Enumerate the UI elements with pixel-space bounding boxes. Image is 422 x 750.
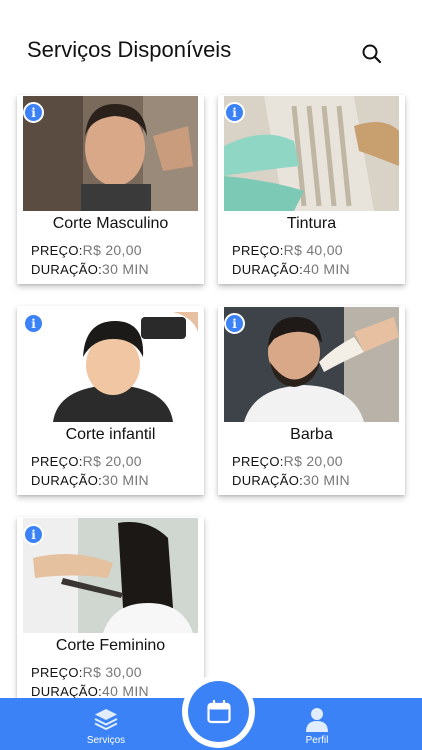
price-value: R$ 40,00 — [283, 242, 343, 258]
price-label: PREÇO: — [31, 243, 83, 258]
price-label: PREÇO: — [232, 243, 284, 258]
duration-row: DURAÇÃO:40 MIN — [31, 683, 149, 699]
user-icon — [306, 708, 328, 732]
duration-label: DURAÇÃO: — [31, 262, 103, 277]
duration-row: DURAÇÃO:30 MIN — [31, 472, 149, 488]
price-row: PREÇO:R$ 20,00 — [232, 453, 343, 469]
calendar-icon — [206, 699, 231, 723]
service-name: Corte infantil — [65, 426, 156, 443]
tab-servicos-label: Serviços — [86, 735, 126, 746]
service-photo — [23, 96, 198, 211]
price-label: PREÇO: — [31, 665, 83, 680]
service-card-corte-feminino[interactable]: i Corte Feminino PREÇO:R$ 30,00 DURAÇÃO:… — [17, 517, 204, 706]
service-photo — [224, 307, 399, 422]
price-row: PREÇO:R$ 20,00 — [31, 242, 142, 258]
price-row: PREÇO:R$ 20,00 — [31, 453, 142, 469]
price-value: R$ 20,00 — [82, 242, 142, 258]
service-name: Corte Feminino — [55, 637, 166, 654]
tab-perfil-label: Perfil — [305, 735, 329, 746]
price-label: PREÇO: — [31, 454, 83, 469]
price-row: PREÇO:R$ 40,00 — [232, 242, 343, 258]
info-icon[interactable]: i — [23, 102, 44, 123]
duration-row: DURAÇÃO:40 MIN — [232, 261, 350, 277]
info-icon[interactable]: i — [23, 524, 44, 545]
price-row: PREÇO:R$ 30,00 — [31, 664, 142, 680]
duration-row: DURAÇÃO:30 MIN — [232, 472, 350, 488]
duration-label: DURAÇÃO: — [232, 262, 304, 277]
duration-value: 30 MIN — [102, 472, 149, 488]
info-icon[interactable]: i — [23, 313, 44, 334]
services-grid: i Corte Masculino PREÇO:R$ 20,00 DURAÇÃO… — [0, 0, 422, 750]
info-icon[interactable]: i — [224, 313, 245, 334]
price-value: R$ 30,00 — [82, 664, 142, 680]
layers-icon — [94, 709, 118, 731]
service-card-barba[interactable]: i Barba PREÇO:R$ 20,00 DURAÇÃO:30 MIN — [218, 306, 405, 495]
service-card-corte-infantil[interactable]: i Corte infantil PREÇO:R$ 20,00 DURAÇÃO:… — [17, 306, 204, 495]
duration-row: DURAÇÃO:30 MIN — [31, 261, 149, 277]
duration-label: DURAÇÃO: — [31, 684, 103, 699]
tab-servicos[interactable]: Serviços — [51, 698, 161, 750]
service-card-corte-masculino[interactable]: i Corte Masculino PREÇO:R$ 20,00 DURAÇÃO… — [17, 95, 204, 284]
service-name: Tintura — [286, 215, 337, 232]
service-photo — [23, 518, 198, 633]
tab-perfil[interactable]: Perfil — [262, 698, 372, 750]
service-name: Corte Masculino — [52, 215, 169, 232]
info-icon[interactable]: i — [224, 102, 245, 123]
duration-label: DURAÇÃO: — [31, 473, 103, 488]
service-name: Barba — [290, 426, 333, 443]
price-label: PREÇO: — [232, 454, 284, 469]
price-value: R$ 20,00 — [283, 453, 343, 469]
schedule-fab[interactable] — [188, 681, 249, 742]
duration-value: 30 MIN — [102, 261, 149, 277]
service-card-tintura[interactable]: i Tintura PREÇO:R$ 40,00 DURAÇÃO:40 MIN — [218, 95, 405, 284]
service-photo — [224, 96, 399, 211]
duration-value: 30 MIN — [303, 472, 350, 488]
duration-value: 40 MIN — [303, 261, 350, 277]
duration-value: 40 MIN — [102, 683, 149, 699]
duration-label: DURAÇÃO: — [232, 473, 304, 488]
service-photo — [23, 307, 198, 422]
schedule-button[interactable] — [182, 675, 255, 748]
price-value: R$ 20,00 — [82, 453, 142, 469]
